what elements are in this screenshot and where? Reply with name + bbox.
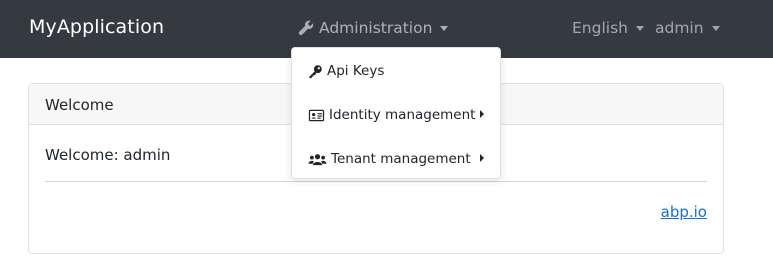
menu-item-tenant-management[interactable]: Tenant management <box>292 144 500 174</box>
abp-link[interactable]: abp.io <box>661 203 707 221</box>
user-label: admin <box>655 19 704 37</box>
key-icon <box>309 64 322 78</box>
users-icon <box>308 153 327 165</box>
welcome-text: Welcome: admin <box>45 146 171 164</box>
caret-down-icon <box>711 25 720 31</box>
menu-item-identity-management[interactable]: Identity management <box>292 100 500 130</box>
administration-menu-toggle[interactable]: Administration <box>298 19 449 37</box>
administration-dropdown: Api Keys Identity management Tenant mana… <box>291 47 501 179</box>
language-selector[interactable]: English <box>572 19 644 37</box>
menu-item-label: Api Keys <box>327 63 385 79</box>
id-card-icon <box>308 109 325 121</box>
wrench-icon <box>298 20 314 35</box>
menu-item-label: Tenant management <box>331 151 471 167</box>
caret-right-icon <box>480 110 484 118</box>
administration-label: Administration <box>319 19 433 37</box>
caret-down-icon <box>440 25 449 31</box>
menu-item-api-keys[interactable]: Api Keys <box>292 56 500 86</box>
app-brand[interactable]: MyApplication <box>29 16 164 38</box>
menu-item-label: Identity management <box>329 107 476 123</box>
user-menu[interactable]: admin <box>655 19 720 37</box>
divider <box>45 181 707 182</box>
language-label: English <box>572 19 628 37</box>
caret-down-icon <box>635 25 644 31</box>
caret-right-icon <box>480 154 484 162</box>
